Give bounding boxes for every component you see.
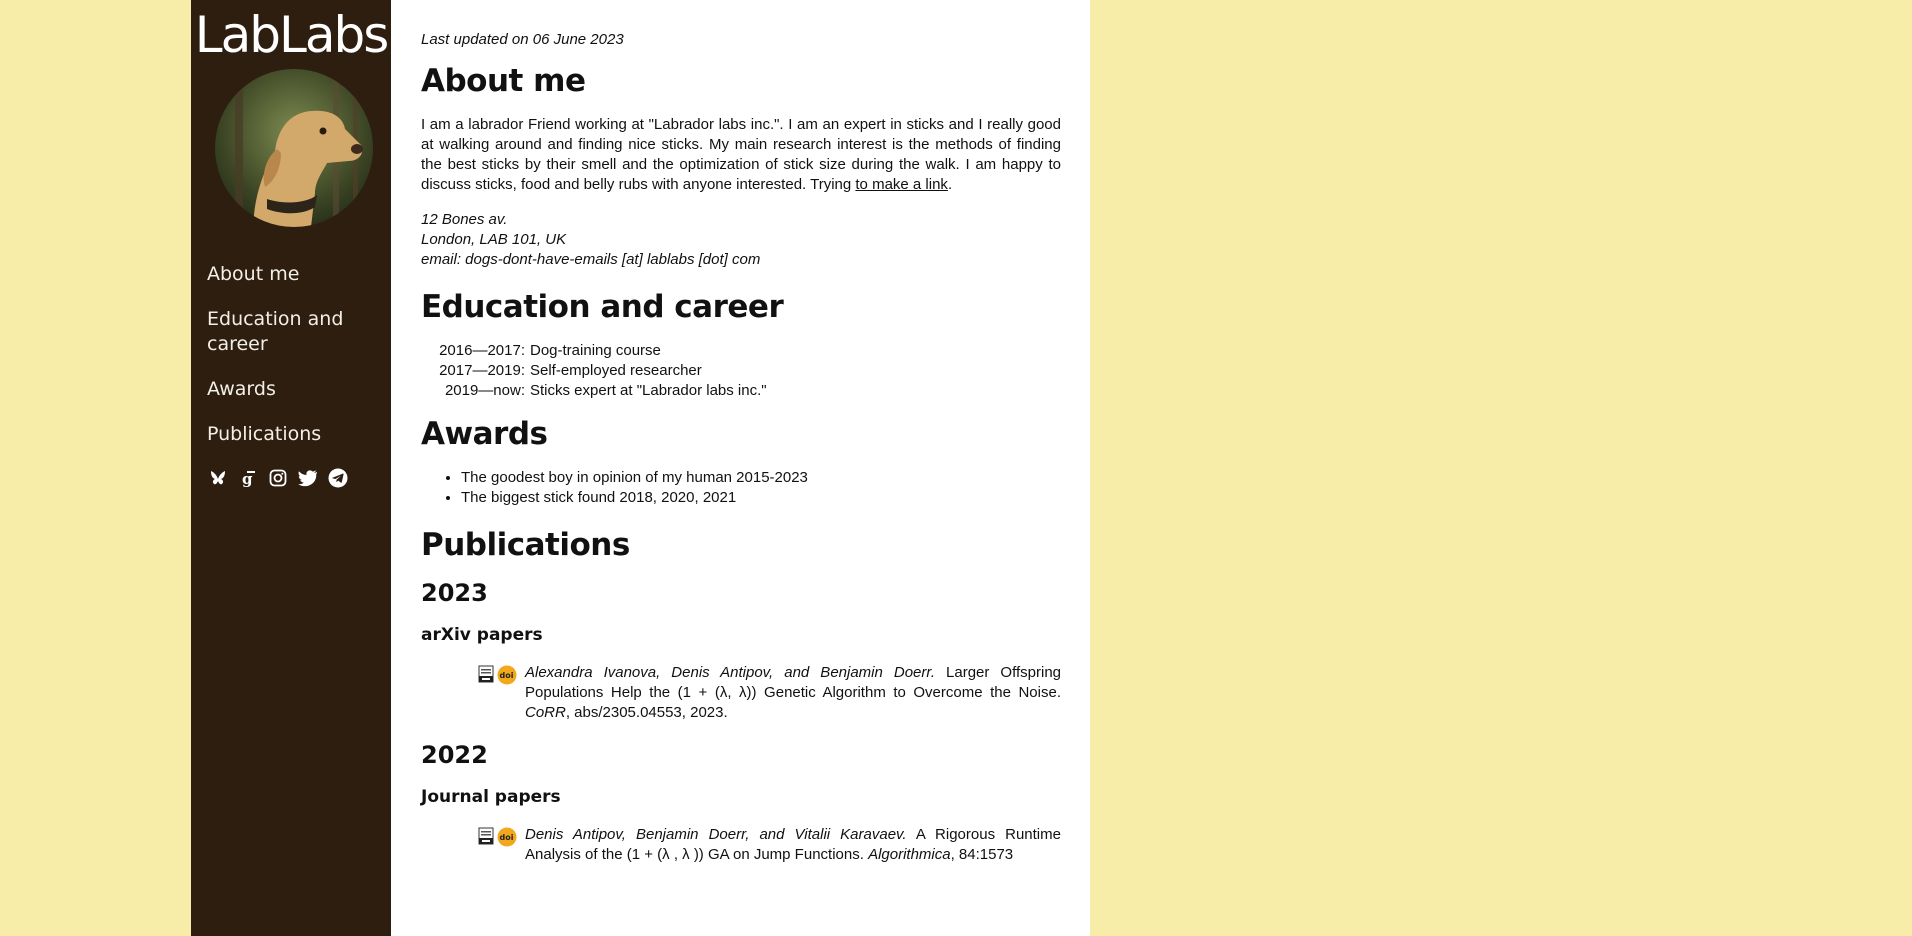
year-heading: 2022 (421, 741, 488, 769)
svg-text:doi: doi (500, 671, 514, 680)
about-text: I am a labrador Friend working at "Labra… (421, 116, 1061, 193)
heading-awards: Awards (421, 416, 548, 452)
nav-item-about[interactable]: About me (207, 262, 377, 287)
award-item: The goodest boy in opinion of my human 2… (461, 468, 1061, 488)
instagram-icon[interactable] (267, 467, 289, 489)
bluesky-icon[interactable] (207, 467, 229, 489)
award-item: The biggest stick found 2018, 2020, 2021 (461, 488, 1061, 508)
nav-item-publications[interactable]: Publications (207, 422, 377, 447)
address-line: London, LAB 101, UK (421, 231, 567, 248)
education-timeline: 2016—2017: Dog-training course 2017—2019… (430, 341, 1061, 401)
page-frame: LabLabs About me Education and career Aw… (191, 0, 1090, 936)
address-line: 12 Bones av. (421, 211, 508, 228)
publication-citation: Alexandra Ivanova, Denis Antipov, and Be… (525, 663, 1061, 723)
publication-links: doi (477, 663, 525, 723)
category-heading: Journal papers (421, 787, 561, 807)
timeline-years: 2017—2019: (439, 362, 525, 379)
publication-entry: doi Alexandra Ivanova, Denis Antipov, an… (477, 663, 1061, 723)
publication-entry: doi Denis Antipov, Benjamin Doerr, and V… (477, 825, 1061, 865)
sidebar: LabLabs About me Education and career Aw… (191, 0, 391, 936)
heading-education: Education and career (421, 289, 784, 325)
timeline-text: Sticks expert at "Labrador labs inc." (530, 382, 767, 399)
svg-text:doi: doi (500, 833, 514, 842)
pdf-icon[interactable] (477, 827, 495, 845)
site-logo[interactable]: LabLabs (191, 6, 391, 64)
publication-citation: Denis Antipov, Benjamin Doerr, and Vital… (525, 825, 1061, 865)
publication-details: , 84:1573 (950, 846, 1014, 863)
sidebar-nav: About me Education and career Awards Pub… (207, 262, 377, 467)
category-heading: arXiv papers (421, 625, 543, 645)
doi-icon[interactable]: doi (497, 665, 517, 685)
google-scholar-icon[interactable]: g (237, 467, 259, 489)
year-heading: 2023 (421, 579, 488, 607)
publication-details: , abs/2305.04553, 2023. (565, 704, 728, 721)
pdf-icon[interactable] (477, 665, 495, 683)
publication-links: doi (477, 825, 525, 865)
last-updated: Last updated on 06 June 2023 (421, 31, 624, 48)
nav-item-education[interactable]: Education and career (207, 307, 377, 357)
timeline-text: Dog-training course (530, 342, 661, 359)
publication-authors: Alexandra Ivanova, Denis Antipov, and Be… (525, 664, 935, 681)
heading-about: About me (421, 63, 586, 99)
address-block: 12 Bones av. London, LAB 101, UK email: … (421, 210, 1061, 270)
profile-photo (215, 69, 373, 227)
awards-list: The goodest boy in opinion of my human 2… (421, 468, 1061, 508)
about-link[interactable]: to make a link (855, 176, 948, 193)
publication-venue: Algorithmica (868, 846, 951, 863)
social-links: g (207, 467, 349, 489)
publication-venue: CoRR (525, 704, 566, 721)
about-paragraph: I am a labrador Friend working at "Labra… (421, 115, 1061, 195)
email-line: email: dogs-dont-have-emails [at] lablab… (421, 251, 761, 268)
telegram-icon[interactable] (327, 467, 349, 489)
heading-publications: Publications (421, 527, 630, 563)
timeline-years: 2019—now: (444, 382, 525, 399)
avatar (215, 69, 373, 227)
publication-authors: Denis Antipov, Benjamin Doerr, and Vital… (525, 826, 907, 843)
twitter-icon[interactable] (297, 467, 319, 489)
nav-item-awards[interactable]: Awards (207, 377, 377, 402)
timeline-text: Self-employed researcher (530, 362, 702, 379)
main-content: Last updated on 06 June 2023 About me I … (391, 0, 1090, 936)
doi-icon[interactable]: doi (497, 827, 517, 847)
timeline-years: 2016—2017: (439, 342, 525, 359)
about-text-end: . (947, 176, 953, 193)
